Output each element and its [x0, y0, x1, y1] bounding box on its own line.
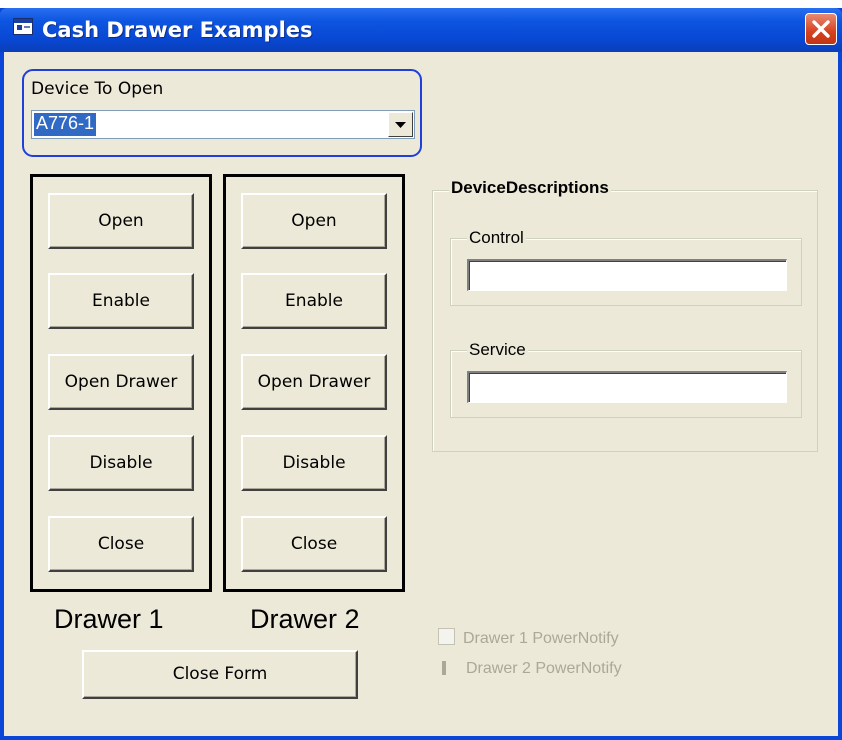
drawer2-open-button[interactable]: Open — [241, 193, 387, 249]
drawer2-label: Drawer 2 — [250, 604, 360, 634]
control-textbox[interactable] — [467, 259, 787, 291]
title-bar[interactable]: Cash Drawer Examples — [0, 8, 842, 52]
checkbox-icon[interactable] — [438, 628, 455, 645]
drawer2-open-drawer-button[interactable]: Open Drawer — [241, 354, 387, 410]
device-combobox[interactable]: A776-1 — [31, 110, 415, 139]
drawer1-close-button[interactable]: Close — [48, 516, 194, 572]
drawer2-powernotify-label: Drawer 2 PowerNotify — [466, 660, 622, 677]
drawer2-disable-button[interactable]: Disable — [241, 435, 387, 491]
close-form-button[interactable]: Close Form — [82, 650, 358, 699]
drawer2-button-frame: Open Enable Open Drawer Disable Close — [223, 174, 405, 592]
service-textbox[interactable] — [467, 371, 787, 403]
control-label: Control — [467, 228, 526, 248]
app-icon — [13, 18, 33, 35]
checkbox-icon[interactable] — [442, 661, 446, 675]
drawer1-powernotify-checkbox[interactable]: Drawer 1 PowerNotify — [438, 628, 619, 648]
service-group: Service — [450, 340, 802, 418]
window-title: Cash Drawer Examples — [42, 18, 313, 42]
device-combobox-value[interactable]: A776-1 — [34, 113, 97, 136]
drawer2-close-button[interactable]: Close — [241, 516, 387, 572]
drawer1-label: Drawer 1 — [54, 604, 164, 634]
drawer1-button-frame: Open Enable Open Drawer Disable Close — [30, 174, 212, 592]
drawer1-open-button[interactable]: Open — [48, 193, 194, 249]
combobox-dropdown-button[interactable] — [388, 112, 413, 137]
drawer1-powernotify-label: Drawer 1 PowerNotify — [463, 630, 619, 647]
drawer1-enable-button[interactable]: Enable — [48, 273, 194, 329]
drawer2-powernotify-checkbox[interactable]: Drawer 2 PowerNotify — [438, 660, 622, 678]
drawer2-enable-button[interactable]: Enable — [241, 273, 387, 329]
service-label: Service — [467, 340, 528, 360]
device-descriptions-title: DeviceDescriptions — [449, 178, 611, 198]
drawer1-disable-button[interactable]: Disable — [48, 435, 194, 491]
control-group: Control — [450, 228, 802, 306]
form-client-area: Device To Open A776-1 Open Enable Open D… — [4, 52, 838, 736]
cash-drawer-window: Cash Drawer Examples Device To Open A776… — [0, 8, 842, 740]
drawer1-open-drawer-button[interactable]: Open Drawer — [48, 354, 194, 410]
window-close-button[interactable] — [805, 13, 837, 45]
close-icon — [812, 20, 830, 38]
device-label: Device To Open — [31, 79, 164, 99]
chevron-down-icon — [395, 122, 406, 128]
device-selector-frame: Device To Open A776-1 — [22, 69, 422, 157]
